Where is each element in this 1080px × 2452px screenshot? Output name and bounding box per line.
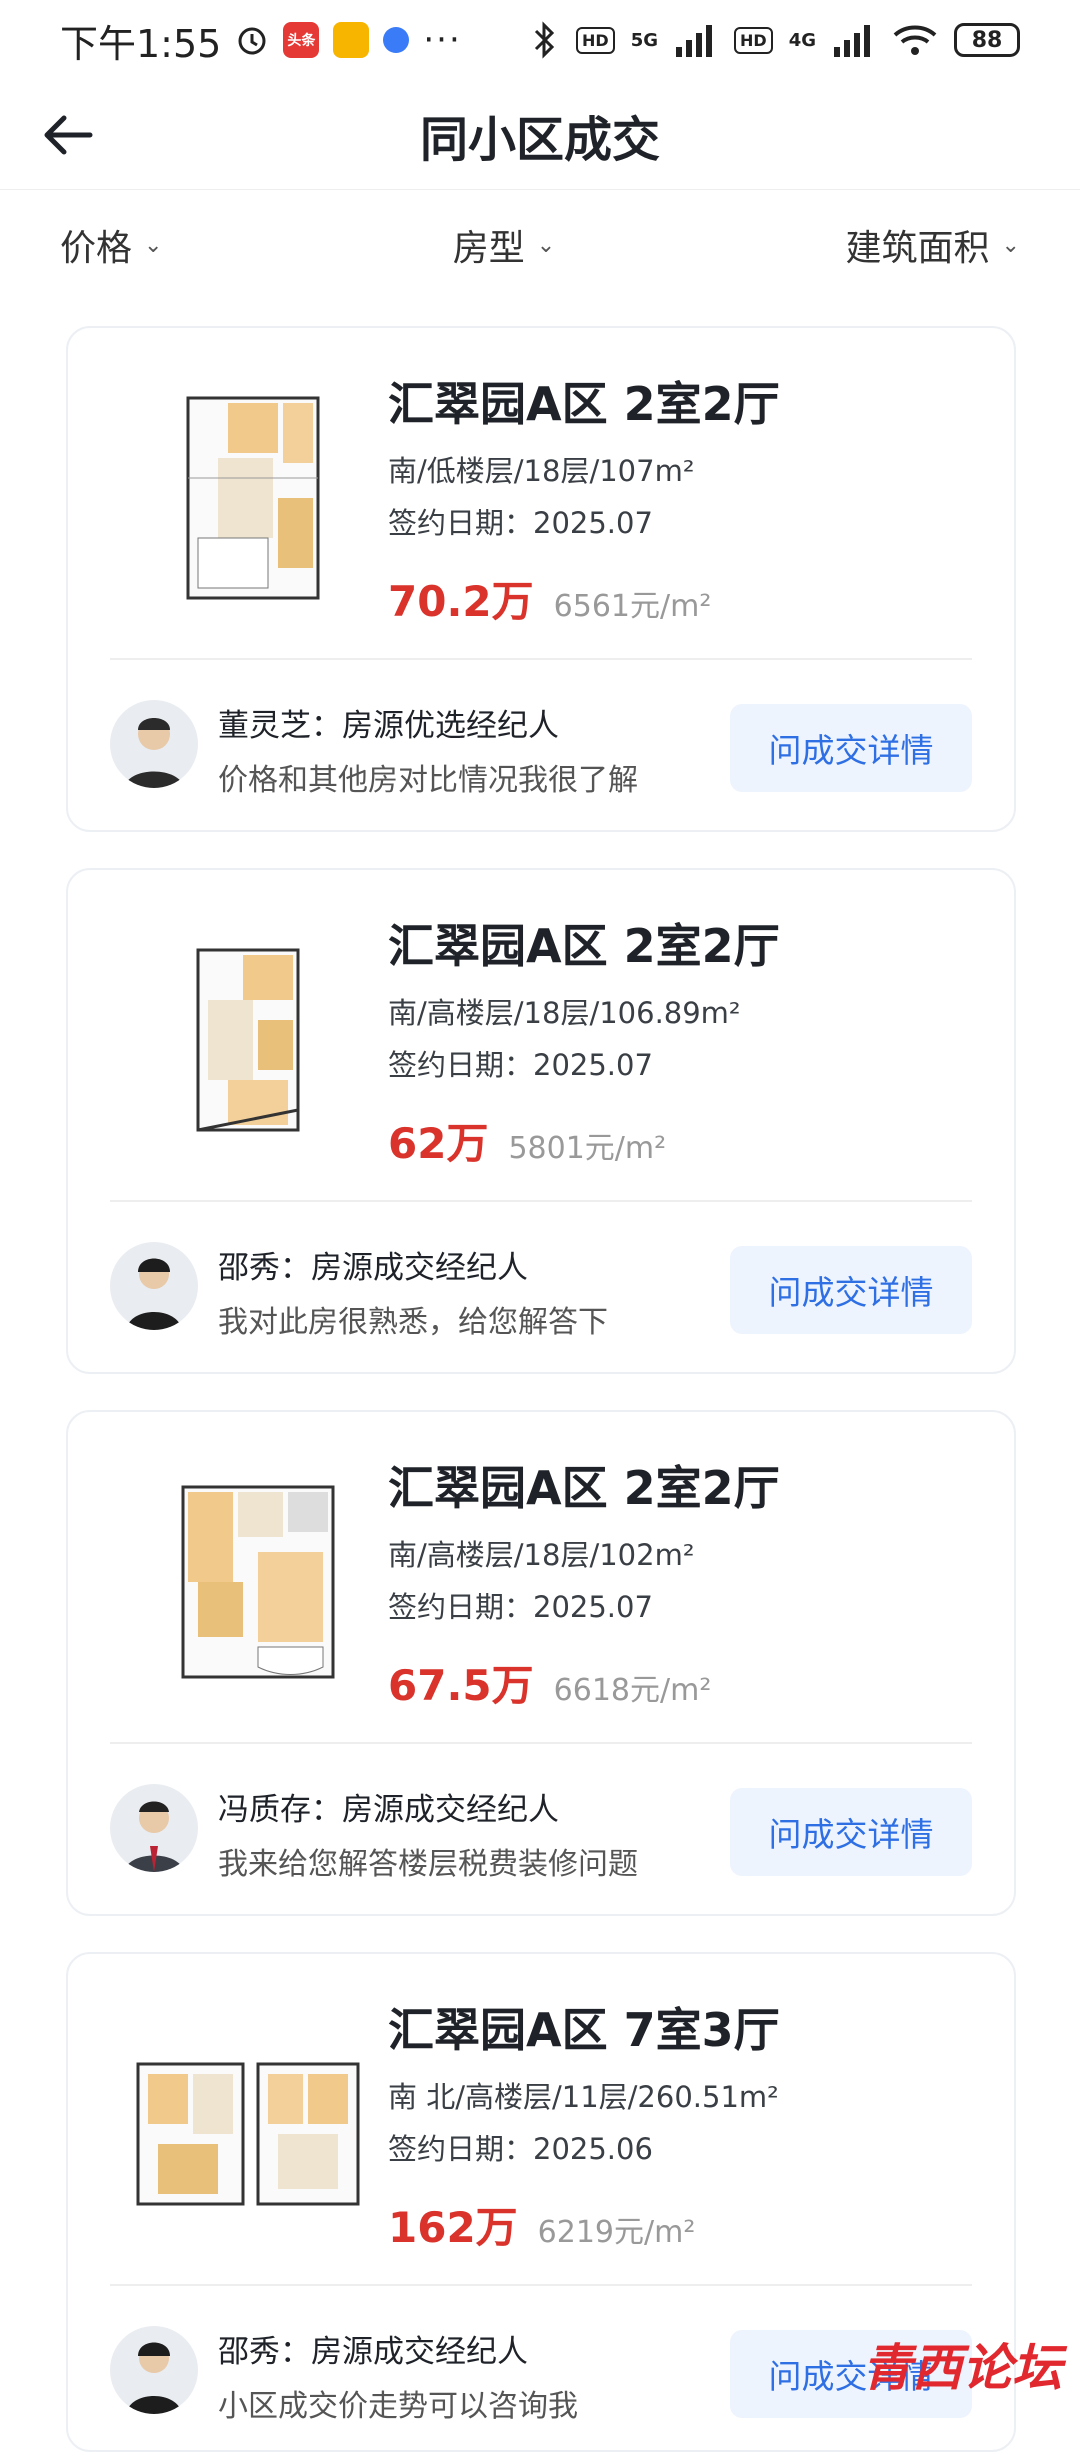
listing-card[interactable]: 汇翠园A区 2室2厅 南/高楼层/18层/106.89m² 签约日期：2025.… [66,868,1016,1374]
total-price: 67.5万 [388,1652,534,1713]
agent-note: 价格和其他房对比情况我很了解 [218,755,638,799]
listing-title: 汇翠园A区 2室2厅 [388,1452,780,1518]
status-time: 下午1:55 [60,13,221,68]
signal-icon-2 [832,23,876,57]
filter-label: 房型 [453,219,525,271]
avatar[interactable] [110,2326,198,2414]
ask-deal-details-button[interactable]: 问成交详情 [730,704,972,792]
agent-name: 冯质存：房源成交经纪人 [218,1784,638,1829]
chevron-down-icon: ⌄ [1002,233,1020,258]
filter-area[interactable]: 建筑面积 ⌄ [846,219,1020,271]
listing-desc: 南 北/高楼层/11层/260.51m² [388,2074,780,2116]
ask-deal-details-button[interactable]: 问成交详情 [730,1246,972,1334]
filter-price[interactable]: 价格 ⌄ [60,219,162,271]
page-title: 同小区成交 [420,100,660,170]
network-5g-icon: 5G [631,30,658,51]
agent-note: 我对此房很熟悉，给您解答下 [218,1297,608,1341]
listing-desc: 南/高楼层/18层/106.89m² [388,990,780,1032]
listing-card[interactable]: 汇翠园A区 2室2厅 南/高楼层/18层/102m² 签约日期：2025.07 … [66,1410,1016,1916]
floorplan-image [138,1462,378,1712]
listing-title: 汇翠园A区 7室3厅 [388,1994,780,2060]
status-bar: 下午1:55 头条 ··· HD 5G HD 4G 88 [0,0,1080,80]
unit-price: 6618元/m² [554,1665,712,1709]
signing-date: 签约日期：2025.07 [388,500,780,542]
listing-desc: 南/高楼层/18层/102m² [388,1532,780,1574]
signing-date: 签约日期：2025.06 [388,2126,780,2168]
browser-app-icon [383,27,409,53]
floorplan-image [138,920,378,1170]
network-4g-icon: 4G [789,30,816,51]
listing-card[interactable]: 汇翠园A区 2室2厅 南/低楼层/18层/107m² 签约日期：2025.07 … [66,326,1016,832]
listing-title: 汇翠园A区 2室2厅 [388,910,780,976]
battery-icon: 88 [954,23,1020,57]
unit-price: 6561元/m² [554,581,712,625]
wifi-icon [892,23,938,57]
more-notifications-icon: ··· [423,20,461,60]
agent-note: 小区成交价走势可以咨询我 [218,2381,578,2425]
unit-price: 6219元/m² [538,2207,696,2251]
bluetooth-icon [530,21,560,59]
agent-note: 我来给您解答楼层税费装修问题 [218,1839,638,1883]
total-price: 162万 [388,2194,518,2255]
arrow-left-icon [36,102,102,168]
hd-icon-2: HD [734,27,773,54]
listing-desc: 南/低楼层/18层/107m² [388,448,780,490]
toutiao-app-icon: 头条 [283,22,319,58]
listing-title: 汇翠园A区 2室2厅 [388,368,780,434]
total-price: 62万 [388,1110,488,1171]
total-price: 70.2万 [388,568,534,629]
signing-date: 签约日期：2025.07 [388,1042,780,1084]
avatar[interactable] [110,1242,198,1330]
notes-app-icon [333,22,369,58]
back-button[interactable] [36,102,102,168]
agent-name: 邵秀：房源成交经纪人 [218,2326,578,2371]
avatar[interactable] [110,700,198,788]
signal-icon-1 [674,23,718,57]
avatar[interactable] [110,1784,198,1872]
watermark: 青西论坛 [862,2328,1062,2400]
nav-bar: 同小区成交 [0,80,1080,190]
hd-icon: HD [576,27,615,54]
chevron-down-icon: ⌄ [144,233,162,258]
signing-date: 签约日期：2025.07 [388,1584,780,1626]
agent-name: 董灵芝：房源优选经纪人 [218,700,638,745]
filter-layout[interactable]: 房型 ⌄ [453,219,555,271]
floorplan-image [138,378,378,628]
filter-label: 建筑面积 [846,219,990,271]
ask-deal-details-button[interactable]: 问成交详情 [730,1788,972,1876]
filter-bar: 价格 ⌄ 房型 ⌄ 建筑面积 ⌄ [0,190,1080,300]
alarm-icon [235,23,269,57]
chevron-down-icon: ⌄ [537,233,555,258]
filter-label: 价格 [60,219,132,271]
floorplan-image [108,2004,388,2254]
unit-price: 5801元/m² [508,1123,666,1167]
agent-name: 邵秀：房源成交经纪人 [218,1242,608,1287]
